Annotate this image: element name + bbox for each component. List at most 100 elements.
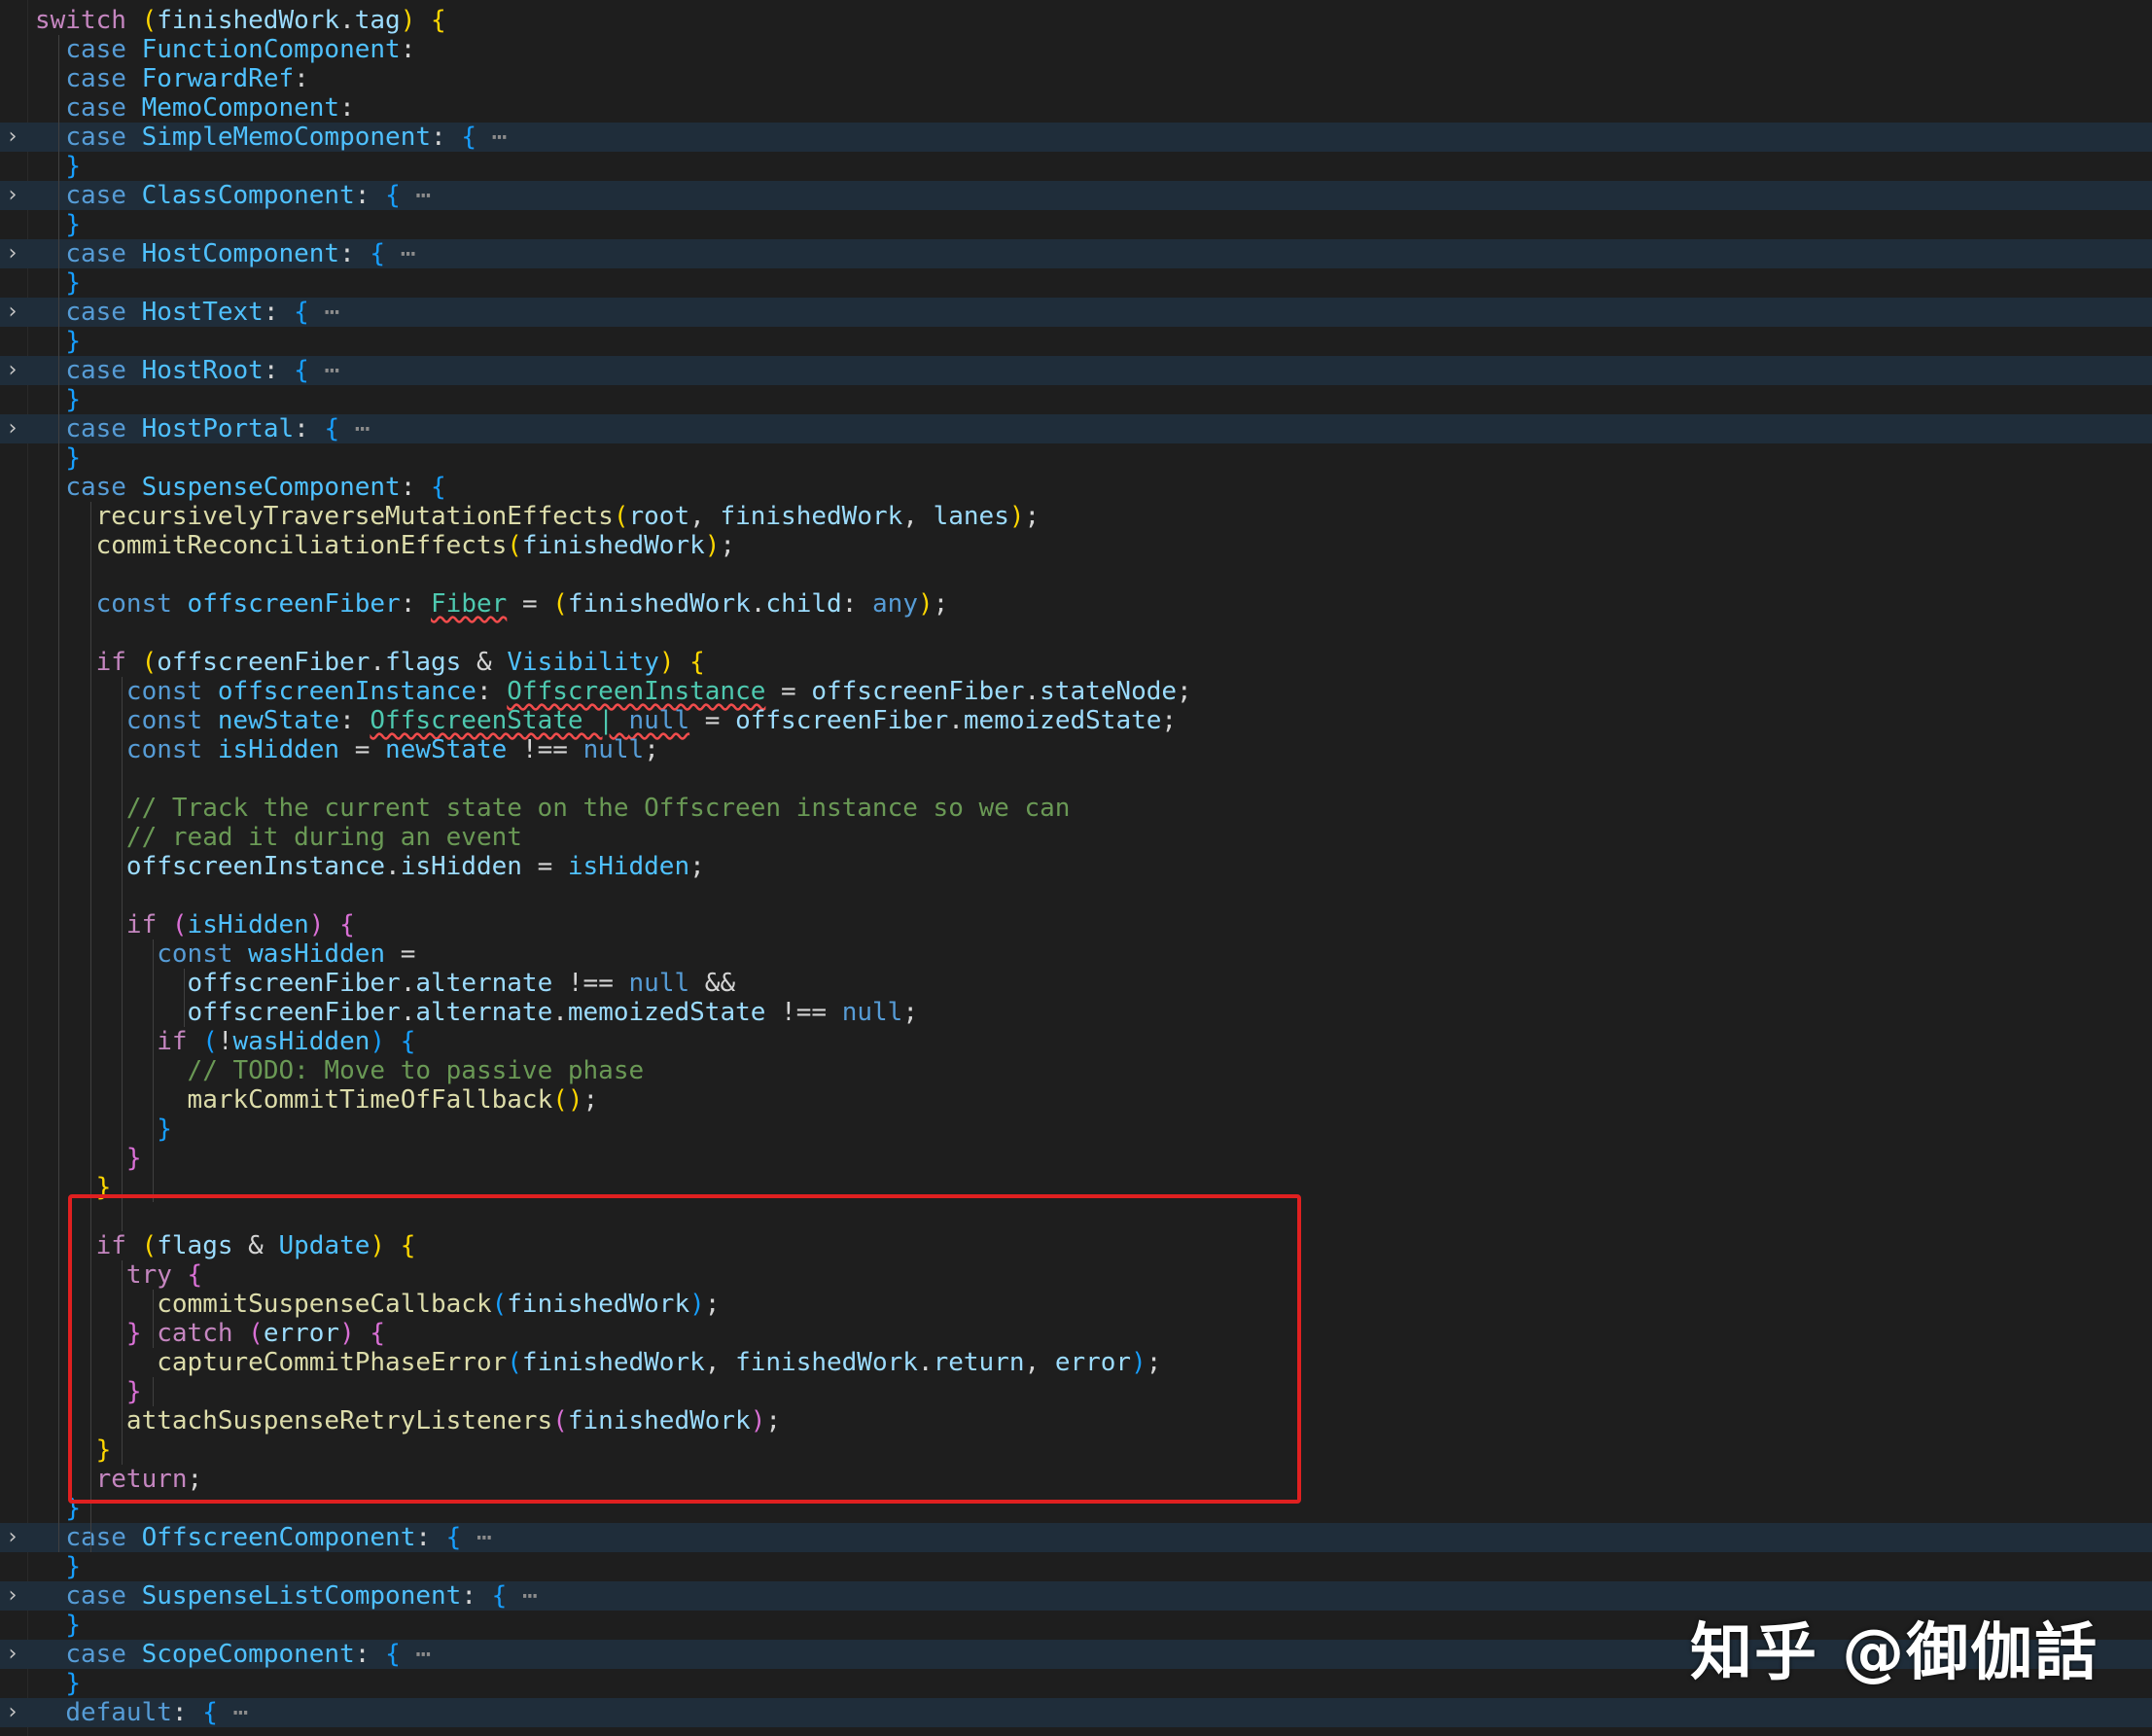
code-line[interactable]: try {	[0, 1260, 2152, 1290]
folded-code-line[interactable]: › default: { ⋯	[0, 1698, 2152, 1727]
zhihu-watermark: 知乎 @御伽話	[1690, 1617, 2099, 1689]
folded-code-line[interactable]: › case HostComponent: { ⋯	[0, 239, 2152, 268]
code-token: {	[689, 648, 705, 677]
code-token: alternate	[415, 998, 553, 1027]
code-line[interactable]: // TODO: Move to passive phase	[0, 1056, 2152, 1085]
fold-ellipsis[interactable]: ⋯	[401, 181, 431, 210]
code-token: const	[125, 735, 218, 764]
chevron-right-icon[interactable]: ›	[4, 181, 21, 210]
folded-code-line[interactable]: › case HostRoot: { ⋯	[0, 356, 2152, 385]
chevron-right-icon[interactable]: ›	[4, 1698, 21, 1727]
code-token: }	[95, 1435, 112, 1465]
fold-ellipsis[interactable]: ⋯	[507, 1581, 538, 1611]
code-line[interactable]: }	[0, 1552, 2152, 1581]
code-line[interactable]: }	[0, 385, 2152, 414]
code-line[interactable]: }	[0, 152, 2152, 181]
code-line[interactable]: }	[0, 268, 2152, 298]
code-text: // Track the current state on the Offscr…	[35, 794, 1071, 823]
folded-code-line[interactable]: › case SimpleMemoComponent: { ⋯	[0, 123, 2152, 152]
code-line[interactable]: if (isHidden) {	[0, 910, 2152, 939]
code-line[interactable]: const newState: OffscreenState | null = …	[0, 706, 2152, 735]
code-line[interactable]: offscreenFiber.alternate !== null &&	[0, 969, 2152, 998]
code-line[interactable]: case MemoComponent:	[0, 93, 2152, 123]
code-line[interactable]: markCommitTimeOfFallback();	[0, 1085, 2152, 1115]
chevron-right-icon[interactable]: ›	[4, 1581, 21, 1611]
folded-code-line[interactable]: › case HostText: { ⋯	[0, 298, 2152, 327]
indent-guide	[153, 1290, 154, 1348]
code-line[interactable]: }	[0, 443, 2152, 473]
code-line[interactable]	[0, 1202, 2152, 1231]
code-token: {	[400, 1027, 416, 1056]
code-line[interactable]: const wasHidden =	[0, 939, 2152, 969]
fold-ellipsis[interactable]: ⋯	[218, 1698, 249, 1727]
fold-ellipsis[interactable]: ⋯	[401, 1640, 431, 1669]
code-line[interactable]: }	[0, 1494, 2152, 1523]
chevron-right-icon[interactable]: ›	[4, 298, 21, 327]
code-text: const offscreenFiber: Fiber = (finishedW…	[35, 589, 949, 619]
code-text: recursivelyTraverseMutationEffects(root,…	[35, 502, 1041, 531]
code-line[interactable]: case FunctionComponent:	[0, 35, 2152, 64]
code-line[interactable]: switch (finishedWork.tag) {	[0, 6, 2152, 35]
code-token: alternate	[415, 969, 553, 998]
fold-ellipsis[interactable]: ⋯	[309, 356, 339, 385]
code-token: markCommitTimeOfFallback	[187, 1085, 553, 1115]
code-token: )	[1131, 1348, 1147, 1377]
fold-ellipsis[interactable]: ⋯	[385, 239, 416, 268]
fold-ellipsis[interactable]: ⋯	[461, 1523, 492, 1552]
code-line[interactable]: case ForwardRef:	[0, 64, 2152, 93]
code-line[interactable]	[0, 619, 2152, 648]
chevron-right-icon[interactable]: ›	[4, 356, 21, 385]
code-line[interactable]: const isHidden = newState !== null;	[0, 735, 2152, 764]
code-line[interactable]: // read it during an event	[0, 823, 2152, 852]
code-line[interactable]: const offscreenFiber: Fiber = (finishedW…	[0, 589, 2152, 619]
code-token: =	[689, 706, 736, 735]
code-line[interactable]: case SuspenseComponent: {	[0, 473, 2152, 502]
folded-code-line[interactable]: › case HostPortal: { ⋯	[0, 414, 2152, 443]
code-line[interactable]: offscreenInstance.isHidden = isHidden;	[0, 852, 2152, 881]
chevron-right-icon[interactable]: ›	[4, 123, 21, 152]
code-line[interactable]: }	[0, 1173, 2152, 1202]
folded-code-line[interactable]: › case OffscreenComponent: { ⋯	[0, 1523, 2152, 1552]
code-line[interactable]: }	[0, 1435, 2152, 1465]
code-line[interactable]	[0, 881, 2152, 910]
code-line[interactable]: offscreenFiber.alternate.memoizedState !…	[0, 998, 2152, 1027]
code-line[interactable]: return;	[0, 1465, 2152, 1494]
fold-ellipsis[interactable]: ⋯	[339, 414, 370, 443]
code-line[interactable]: // Track the current state on the Offscr…	[0, 794, 2152, 823]
code-line[interactable]: commitReconciliationEffects(finishedWork…	[0, 531, 2152, 560]
folded-code-line[interactable]: › case ClassComponent: { ⋯	[0, 181, 2152, 210]
code-line[interactable]: }	[0, 1377, 2152, 1406]
code-line[interactable]	[0, 764, 2152, 794]
code-line[interactable]: attachSuspenseRetryListeners(finishedWor…	[0, 1406, 2152, 1435]
code-line[interactable]: }	[0, 327, 2152, 356]
chevron-right-icon[interactable]: ›	[4, 1523, 21, 1552]
code-token: flags	[385, 648, 462, 677]
code-line[interactable]: }	[0, 1144, 2152, 1173]
code-line[interactable]: const offscreenInstance: OffscreenInstan…	[0, 677, 2152, 706]
code-line[interactable]: commitSuspenseCallback(finishedWork);	[0, 1290, 2152, 1319]
code-line[interactable]: } catch (error) {	[0, 1319, 2152, 1348]
chevron-right-icon[interactable]: ›	[4, 1640, 21, 1669]
code-editor[interactable]: switch (finishedWork.tag) { case Functio…	[0, 0, 2152, 1736]
code-token: isHidden	[187, 910, 309, 939]
code-line[interactable]: if (flags & Update) {	[0, 1231, 2152, 1260]
code-line[interactable]: captureCommitPhaseError(finishedWork, fi…	[0, 1348, 2152, 1377]
fold-ellipsis[interactable]: ⋯	[309, 298, 339, 327]
code-line[interactable]	[0, 560, 2152, 589]
code-line[interactable]: }	[0, 210, 2152, 239]
code-line[interactable]: recursivelyTraverseMutationEffects(root,…	[0, 502, 2152, 531]
code-token: (	[202, 1027, 218, 1056]
code-text: }	[35, 1115, 172, 1144]
code-line[interactable]: if (!wasHidden) {	[0, 1027, 2152, 1056]
code-line[interactable]: if (offscreenFiber.flags & Visibility) {	[0, 648, 2152, 677]
fold-ellipsis[interactable]: ⋯	[476, 123, 508, 152]
chevron-right-icon[interactable]: ›	[4, 414, 21, 443]
chevron-right-icon[interactable]: ›	[4, 239, 21, 268]
code-line[interactable]: }	[0, 1115, 2152, 1144]
